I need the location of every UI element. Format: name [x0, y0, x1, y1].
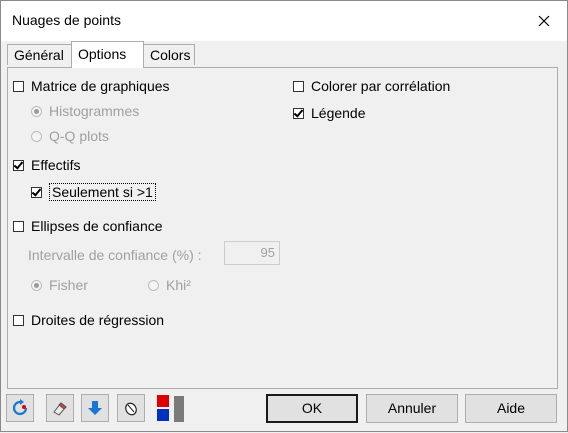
fisher-option[interactable]: Fisher: [31, 276, 88, 294]
reset-icon: [12, 399, 28, 416]
ellipses-label: Ellipses de confiance: [31, 218, 163, 234]
mouse-icon: [125, 402, 137, 416]
aide-button[interactable]: Aide: [465, 394, 557, 423]
histogrammes-label: Histogrammes: [49, 103, 140, 119]
intervalle-row: Intervalle de confiance (%) :: [28, 246, 202, 264]
tab-colors[interactable]: Colors: [143, 44, 195, 65]
legende-option[interactable]: Légende: [293, 104, 366, 122]
window-title: Nuages de points: [12, 12, 121, 28]
color-swatch-button[interactable]: [152, 394, 174, 422]
dialog-window: Nuages de points Général Options Colors …: [0, 0, 568, 432]
khi2-option[interactable]: Khi²: [148, 276, 191, 294]
ellipses-option[interactable]: Ellipses de confiance: [13, 217, 163, 235]
fisher-label: Fisher: [49, 277, 88, 293]
qqplots-radio[interactable]: [31, 130, 42, 142]
colorer-option[interactable]: Colorer par corrélation: [293, 77, 450, 95]
matrice-option[interactable]: Matrice de graphiques: [13, 77, 170, 95]
seulement-label: Seulement si >1: [49, 183, 156, 201]
effectifs-label: Effectifs: [31, 157, 81, 173]
move-down-button[interactable]: [81, 394, 109, 422]
tab-options[interactable]: Options: [71, 41, 144, 68]
qqplots-label: Q-Q plots: [49, 128, 109, 144]
seulement-checkbox[interactable]: [31, 186, 42, 198]
intervalle-input[interactable]: 95: [224, 241, 280, 265]
tab-general[interactable]: Général: [7, 44, 72, 65]
intervalle-label: Intervalle de confiance (%) :: [28, 247, 202, 263]
colorer-label: Colorer par corrélation: [311, 78, 451, 94]
close-icon: [538, 15, 550, 27]
khi2-label: Khi²: [166, 277, 191, 293]
legende-label: Légende: [311, 105, 366, 121]
ok-button[interactable]: OK: [266, 394, 358, 423]
droites-option[interactable]: Droites de régression: [13, 311, 164, 329]
histogrammes-option[interactable]: Histogrammes: [31, 102, 139, 120]
qqplots-option[interactable]: Q-Q plots: [31, 127, 109, 145]
erase-button[interactable]: [46, 394, 74, 422]
annuler-button[interactable]: Annuler: [366, 394, 458, 423]
matrice-label: Matrice de graphiques: [31, 78, 170, 94]
colorer-checkbox[interactable]: [293, 80, 304, 92]
close-button[interactable]: [521, 1, 567, 41]
effectifs-option[interactable]: Effectifs: [13, 156, 81, 174]
histogrammes-radio[interactable]: [31, 105, 42, 117]
effectifs-checkbox[interactable]: [13, 159, 24, 171]
droites-label: Droites de régression: [31, 312, 165, 328]
matrice-checkbox[interactable]: [13, 80, 24, 92]
mouse-button[interactable]: [117, 394, 145, 422]
color-swatch-icon: [157, 395, 169, 421]
reset-button[interactable]: [6, 394, 34, 422]
down-arrow-icon: [88, 401, 102, 415]
bottom-toolbar: OK Annuler Aide: [1, 391, 568, 433]
color-bar: [174, 396, 184, 422]
seulement-option[interactable]: Seulement si >1: [31, 183, 156, 201]
eraser-icon: [53, 402, 67, 416]
legende-checkbox[interactable]: [293, 107, 304, 119]
fisher-radio[interactable]: [31, 279, 42, 291]
title-bar: Nuages de points: [1, 1, 567, 41]
droites-checkbox[interactable]: [13, 314, 24, 326]
options-panel: Matrice de graphiques Histogrammes Q-Q p…: [7, 67, 558, 389]
ellipses-checkbox[interactable]: [13, 220, 24, 232]
khi2-radio[interactable]: [148, 279, 159, 291]
